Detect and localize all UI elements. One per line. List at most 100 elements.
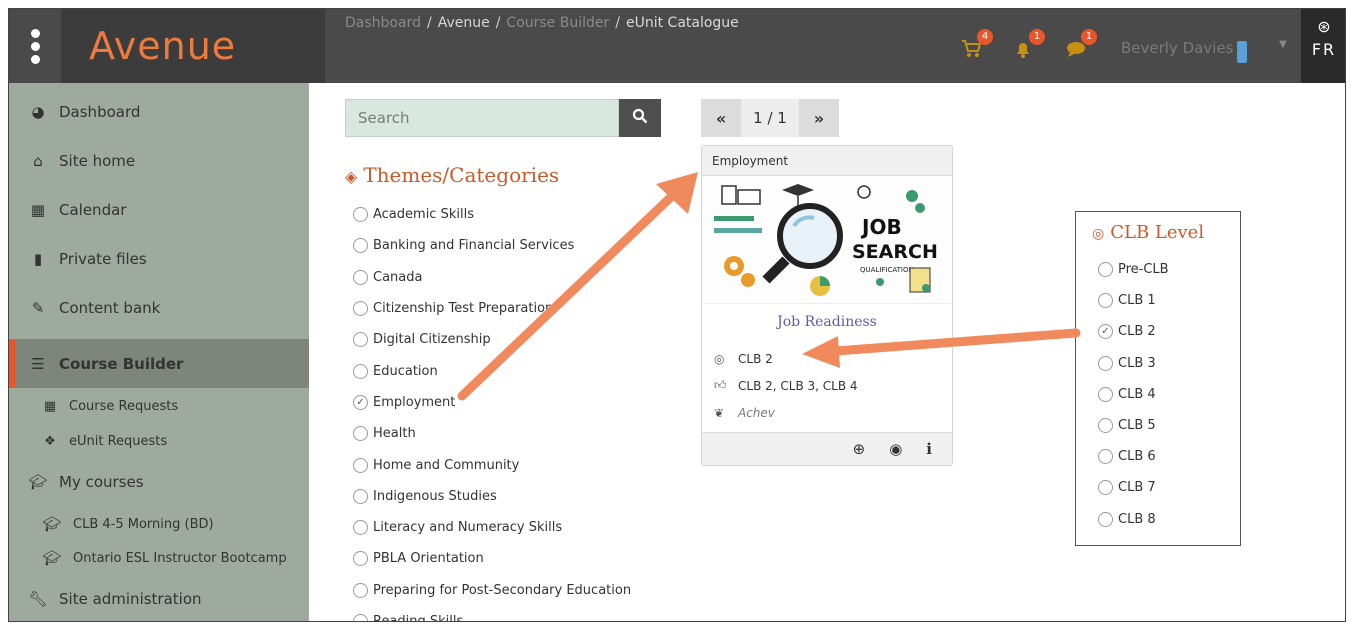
user-avatar[interactable] bbox=[1237, 41, 1247, 63]
radio-unchecked-icon[interactable] bbox=[1098, 480, 1113, 496]
category-option[interactable]: Literacy and Numeracy Skills bbox=[353, 512, 631, 543]
svg-text:SEARCH: SEARCH bbox=[852, 241, 938, 263]
pager-prev-button[interactable]: « bbox=[701, 99, 741, 137]
radio-unchecked-icon[interactable] bbox=[353, 520, 368, 536]
radio-unchecked-icon[interactable] bbox=[1098, 293, 1113, 309]
messages-button[interactable]: 1 bbox=[1061, 29, 1101, 63]
category-option[interactable]: Academic Skills bbox=[353, 199, 631, 230]
radio-unchecked-icon[interactable] bbox=[353, 551, 368, 567]
menu-toggle-button[interactable] bbox=[9, 9, 61, 83]
clb-option[interactable]: CLB 4 bbox=[1098, 379, 1169, 410]
page-scrollbar[interactable] bbox=[1345, 127, 1346, 353]
category-option[interactable]: Home and Community bbox=[353, 449, 631, 480]
sidebar-item-my-courses[interactable]: 🎓︎ My courses bbox=[9, 457, 309, 506]
graduation-cap-icon: 🎓︎ bbox=[28, 472, 48, 491]
search-button[interactable] bbox=[619, 99, 661, 137]
card-image[interactable]: JOB SEARCH QUALIFICATION bbox=[702, 176, 952, 304]
sidebar-item-course-builder[interactable]: ☰ Course Builder bbox=[9, 339, 309, 388]
top-bar: Avenue Dashboard / Avenue / Course Builder / e… bbox=[9, 9, 1345, 83]
radio-checked-icon[interactable]: ✓ bbox=[1098, 324, 1113, 340]
sidebar-course-clb45[interactable]: 🎓︎ CLB 4-5 Morning (BD) bbox=[9, 506, 309, 542]
sidebar-item-site-home[interactable]: ⌂ Site home bbox=[9, 136, 309, 185]
radio-unchecked-icon[interactable] bbox=[1098, 511, 1113, 527]
category-option[interactable]: Preparing for Post-Secondary Education bbox=[353, 575, 631, 606]
wrench-icon: 🔧︎ bbox=[28, 589, 48, 608]
clb-option[interactable]: CLB 8 bbox=[1098, 504, 1169, 535]
clb-option[interactable]: CLB 1 bbox=[1098, 285, 1169, 316]
clb-level-filter: ◎ CLB Level Pre-CLB CLB 1 ✓ CLB 2 CLB 3 CL… bbox=[1075, 211, 1241, 546]
radio-unchecked-icon[interactable] bbox=[1098, 262, 1113, 278]
search-input[interactable]: Search bbox=[345, 99, 619, 137]
breadcrumb-avenue[interactable]: Avenue bbox=[438, 15, 490, 31]
chevron-down-icon[interactable]: ▼ bbox=[1279, 39, 1287, 50]
sidebar-item-site-administration[interactable]: 🔧︎ Site administration bbox=[9, 574, 309, 621]
notifications-badge: 1 bbox=[1029, 29, 1045, 45]
card-provider: ❦ Achev bbox=[714, 406, 775, 420]
radio-unchecked-icon[interactable] bbox=[353, 207, 368, 223]
pager-next-button[interactable]: » bbox=[799, 99, 839, 137]
clb-option[interactable]: CLB 7 bbox=[1098, 472, 1169, 503]
cart-button[interactable]: 4 bbox=[957, 29, 997, 63]
eye-icon[interactable]: ◉ bbox=[889, 440, 902, 458]
info-icon[interactable]: i bbox=[926, 440, 932, 458]
sidebar-item-course-requests[interactable]: ▦ Course Requests bbox=[9, 388, 309, 424]
clb-option[interactable]: CLB 3 bbox=[1098, 348, 1169, 379]
radio-unchecked-icon[interactable] bbox=[353, 614, 368, 621]
eunit-card[interactable]: Employment JOB SEARCH QUALIFICATION Job … bbox=[701, 145, 953, 466]
radio-unchecked-icon[interactable] bbox=[353, 363, 368, 379]
sidebar-item-eunit-requests[interactable]: ❖ eUnit Requests bbox=[9, 423, 309, 459]
thumbs-up-icon: 👍︎ bbox=[714, 378, 727, 392]
sidebar-course-bootcamp[interactable]: 🎓︎ Ontario ESL Instructor Bootcamp bbox=[9, 540, 309, 576]
add-layers-icon[interactable]: ⊕ bbox=[853, 440, 866, 458]
notifications-button[interactable]: 1 bbox=[1009, 29, 1049, 63]
cart-badge: 4 bbox=[977, 29, 993, 45]
radio-unchecked-icon[interactable] bbox=[1098, 355, 1113, 371]
pager: « 1 / 1 » bbox=[701, 99, 839, 137]
breadcrumb-course-builder[interactable]: Course Builder bbox=[506, 15, 609, 31]
categories-heading: ◈ Themes/Categories bbox=[345, 163, 560, 187]
grid-icon: ▦ bbox=[43, 398, 57, 414]
category-option[interactable]: Citizenship Test Preparation bbox=[353, 293, 631, 324]
clb-option[interactable]: CLB 5 bbox=[1098, 410, 1169, 441]
radio-unchecked-icon[interactable] bbox=[1098, 418, 1113, 434]
clb-option[interactable]: Pre-CLB bbox=[1098, 254, 1169, 285]
category-option[interactable]: Indigenous Studies bbox=[353, 481, 631, 512]
logo[interactable]: Avenue bbox=[61, 9, 325, 83]
category-option[interactable]: Reading Skills bbox=[353, 606, 631, 621]
sidebar-item-content-bank[interactable]: ✎ Content bank bbox=[9, 283, 309, 332]
sidebar-item-private-files[interactable]: ▮ Private files bbox=[9, 234, 309, 283]
category-option-selected[interactable]: ✓ Employment bbox=[353, 387, 631, 418]
clb-option[interactable]: CLB 6 bbox=[1098, 441, 1169, 472]
radio-unchecked-icon[interactable] bbox=[353, 457, 368, 473]
card-clb-level: ◎ CLB 2 bbox=[714, 352, 773, 366]
home-icon: ⌂ bbox=[33, 151, 43, 170]
sidebar-item-calendar[interactable]: ▦ Calendar bbox=[9, 185, 309, 234]
sidebar-item-dashboard[interactable]: ◕ Dashboard bbox=[9, 87, 309, 136]
category-option[interactable]: Health bbox=[353, 418, 631, 449]
radio-unchecked-icon[interactable] bbox=[1098, 386, 1113, 402]
clb-level-heading: ◎ CLB Level bbox=[1092, 222, 1205, 243]
category-option[interactable]: PBLA Orientation bbox=[353, 543, 631, 574]
radio-unchecked-icon[interactable] bbox=[353, 488, 368, 504]
messages-badge: 1 bbox=[1081, 29, 1097, 45]
radio-unchecked-icon[interactable] bbox=[353, 426, 368, 442]
radio-unchecked-icon[interactable] bbox=[353, 269, 368, 285]
radio-unchecked-icon[interactable] bbox=[353, 332, 368, 348]
radio-unchecked-icon[interactable] bbox=[353, 301, 368, 317]
card-body: Job Readiness ◎ CLB 2 👍︎ CLB 2, CLB 3, CLB… bbox=[702, 304, 952, 434]
clb-option-selected[interactable]: ✓ CLB 2 bbox=[1098, 316, 1169, 347]
app-frame: Avenue Dashboard / Avenue / Course Builder / e… bbox=[8, 8, 1346, 622]
pager-current-page: 1 / 1 bbox=[753, 109, 787, 127]
radio-unchecked-icon[interactable] bbox=[353, 238, 368, 254]
category-option[interactable]: Banking and Financial Services bbox=[353, 230, 631, 261]
radio-checked-icon[interactable]: ✓ bbox=[353, 394, 368, 410]
radio-unchecked-icon[interactable] bbox=[1098, 449, 1113, 465]
radio-unchecked-icon[interactable] bbox=[353, 582, 368, 598]
category-option[interactable]: Education bbox=[353, 355, 631, 386]
language-switch[interactable]: ⊛ FR bbox=[1301, 9, 1345, 83]
card-title[interactable]: Job Readiness bbox=[702, 314, 952, 330]
user-menu-name[interactable]: Beverly Davies bbox=[1121, 39, 1233, 57]
category-option[interactable]: Canada bbox=[353, 262, 631, 293]
breadcrumb-dashboard[interactable]: Dashboard bbox=[345, 15, 421, 31]
category-option[interactable]: Digital Citizenship bbox=[353, 324, 631, 355]
